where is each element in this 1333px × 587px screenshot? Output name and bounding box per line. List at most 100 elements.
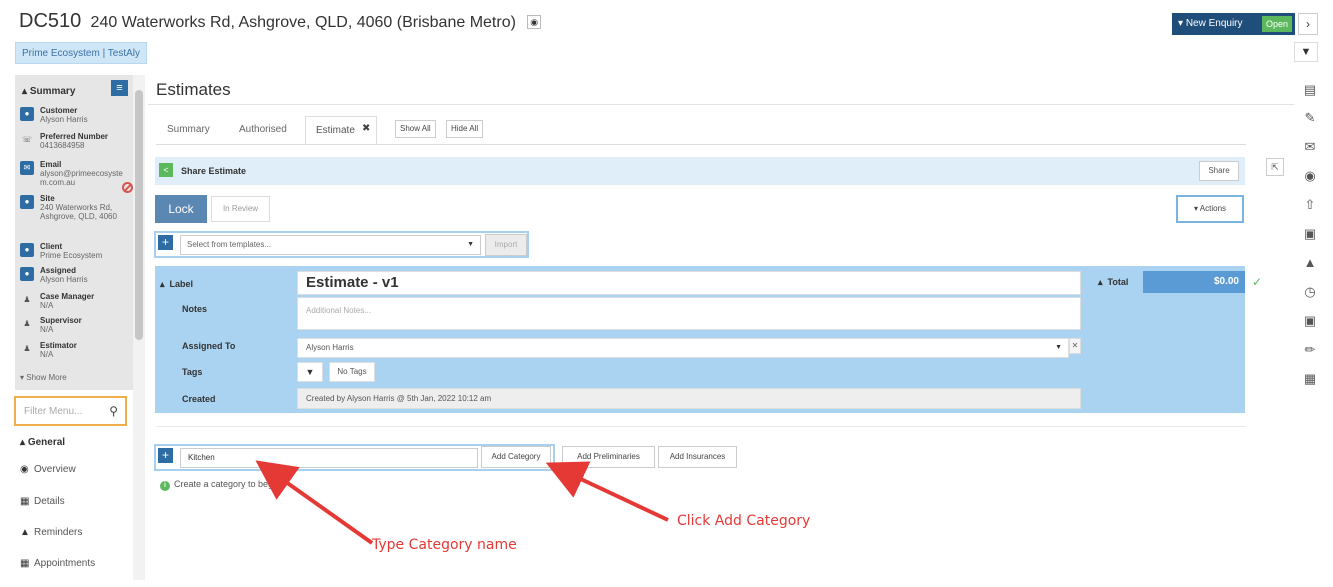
contact-card-icon[interactable]: ▣ <box>1300 226 1320 242</box>
estimate-name-field[interactable]: Estimate - v1 <box>297 271 1081 295</box>
label-heading[interactable]: ▴ Label <box>160 279 193 290</box>
search-icon[interactable]: ⚲ <box>109 404 118 418</box>
customer-value: Alyson Harris <box>40 115 88 124</box>
nav-details[interactable]: ▦ Details <box>20 496 65 507</box>
sidebar-site[interactable]: ● Site 240 Waterworks Rd, Ashgrove, QLD,… <box>20 194 132 234</box>
sidebar-preferred-number[interactable]: ☏ Preferred Number 0413684958 <box>20 132 132 154</box>
assigned-value: Alyson Harris <box>40 275 88 284</box>
bell-icon[interactable]: ▲ <box>1300 255 1320 270</box>
actions-button[interactable]: ▾ Actions <box>1176 195 1244 223</box>
ecosystem-badge[interactable]: Prime Ecosystem | TestAly <box>15 42 147 64</box>
email-label: Email <box>40 160 62 169</box>
tab-estimate[interactable]: Estimate ✖ <box>305 116 377 144</box>
site-label: Site <box>40 194 55 203</box>
clear-icon[interactable]: ✕ <box>1069 338 1081 354</box>
plus-icon[interactable]: + <box>158 235 173 250</box>
preferred-number-value: 0413684958 <box>40 141 85 150</box>
estimator-label: Estimator <box>40 341 77 350</box>
general-heading[interactable]: ▴ General <box>20 437 65 448</box>
tab-authorised[interactable]: Authorised <box>239 124 287 135</box>
hide-all-button[interactable]: Hide All <box>446 120 484 138</box>
assigned-label: Assigned <box>40 266 77 275</box>
edit-icon[interactable]: ✎ <box>1300 110 1320 126</box>
annotation-type-category: Type Category name <box>372 537 517 553</box>
user-icon: ● <box>20 267 34 281</box>
tags-label: Tags <box>182 367 203 377</box>
map-pin-icon[interactable]: ◉ <box>527 14 542 29</box>
template-select[interactable]: Select from templates... ▼ <box>180 235 481 255</box>
estimator-value: N/A <box>40 350 54 359</box>
info-icon: i <box>160 481 170 491</box>
person-icon: ♟ <box>23 319 31 328</box>
nav-details-label: Details <box>34 496 65 507</box>
expand-icon[interactable]: ⇱ <box>1266 158 1284 176</box>
job-address: 240 Waterworks Rd, Ashgrove, QLD, 4060 (… <box>90 14 516 31</box>
hamburger-menu-icon[interactable]: ≡ <box>111 80 128 96</box>
close-icon[interactable]: ✖ <box>362 123 370 134</box>
add-category-button[interactable]: Add Category <box>481 446 551 468</box>
assigned-to-label: Assigned To <box>182 341 236 351</box>
add-insurances-button[interactable]: Add Insurances <box>658 446 737 468</box>
show-more-link[interactable]: ▾ Show More <box>20 373 67 382</box>
plus-icon[interactable]: + <box>158 448 173 463</box>
add-preliminaries-button[interactable]: Add Preliminaries <box>562 446 655 468</box>
sidebar-assigned[interactable]: ● Assigned Alyson Harris <box>20 266 132 288</box>
actions-label: Actions <box>1199 204 1227 213</box>
notes-field[interactable]: Additional Notes... <box>297 297 1081 330</box>
total-heading[interactable]: ▴ Total <box>1098 277 1128 288</box>
document-icon: ▦ <box>20 496 30 507</box>
new-enquiry-label: New Enquiry <box>1185 18 1243 29</box>
chevron-right-icon[interactable]: › <box>1298 13 1318 35</box>
summary-title: Summary <box>29 86 76 97</box>
filter-menu-input[interactable]: Filter Menu... ⚲ <box>14 396 127 426</box>
annotation-click-add: Click Add Category <box>677 513 811 529</box>
calendar-icon: ▦ <box>20 558 30 569</box>
new-enquiry-button[interactable]: ▾ New Enquiry Open <box>1172 13 1295 35</box>
label-heading-text: Label <box>169 279 194 289</box>
sidebar-supervisor[interactable]: ♟ Supervisor N/A <box>20 316 132 338</box>
caret-down-icon: ▾ <box>1178 18 1184 29</box>
sidebar-scrollbar-thumb[interactable] <box>135 90 143 340</box>
sidebar-estimator[interactable]: ♟ Estimator N/A <box>20 341 132 363</box>
in-review-button[interactable]: In Review <box>211 196 270 222</box>
lock-button[interactable]: Lock <box>155 195 207 223</box>
case-manager-label: Case Manager <box>40 292 95 301</box>
show-all-button[interactable]: Show All <box>395 120 436 138</box>
nav-reminders[interactable]: ▲ Reminders <box>20 527 82 538</box>
notes-icon[interactable]: ▤ <box>1300 82 1320 98</box>
tag-icon[interactable]: ▼ <box>1294 42 1318 62</box>
site-value: 240 Waterworks Rd, Ashgrove, QLD, 4060 <box>40 203 117 221</box>
arrow-to-category-input <box>255 460 374 545</box>
summary-heading[interactable]: ▴ Summary <box>22 86 75 97</box>
sidebar-customer[interactable]: ● Customer Alyson Harris <box>20 106 132 128</box>
notes-label: Notes <box>182 304 208 314</box>
nav-overview[interactable]: ◉ Overview <box>20 464 76 475</box>
caret-down-icon: ▼ <box>1055 344 1062 351</box>
clock-icon[interactable]: ◷ <box>1300 284 1320 300</box>
total-value: $0.00 <box>1143 271 1245 293</box>
nav-appointments[interactable]: ▦ Appointments <box>20 558 95 569</box>
preferred-number-label: Preferred Number <box>40 132 109 141</box>
category-name-input[interactable]: Kitchen <box>180 448 478 468</box>
sidebar-case-manager[interactable]: ♟ Case Manager N/A <box>20 292 132 314</box>
envelope-icon[interactable]: ✉ <box>1300 139 1320 155</box>
image-icon[interactable]: ▣ <box>1300 313 1320 329</box>
divider <box>156 426 1246 427</box>
nav-overview-label: Overview <box>34 464 76 475</box>
caret-down-icon: ▼ <box>467 241 474 248</box>
comment-icon[interactable]: ◉ <box>1300 168 1320 184</box>
user-icon: ● <box>20 243 34 257</box>
upload-icon[interactable]: ⇧ <box>1300 197 1320 213</box>
import-button[interactable]: Import <box>485 234 527 256</box>
calculator-icon[interactable]: ▦ <box>1300 371 1320 387</box>
tab-summary[interactable]: Summary <box>167 124 210 135</box>
sidebar-client[interactable]: ● Client Prime Ecosystem <box>20 242 132 264</box>
brush-icon[interactable]: ✏ <box>1300 342 1320 358</box>
envelope-icon: ✉ <box>20 161 34 175</box>
sidebar-email[interactable]: ✉ Email alyson@primeecosystem.com.au <box>20 160 132 190</box>
assigned-to-select[interactable]: Alyson Harris ▼ <box>297 338 1069 358</box>
person-icon: ♟ <box>23 295 31 304</box>
tag-icon[interactable]: ▼ <box>297 362 323 382</box>
tags-value[interactable]: No Tags <box>329 362 375 382</box>
share-button[interactable]: Share <box>1199 161 1239 181</box>
